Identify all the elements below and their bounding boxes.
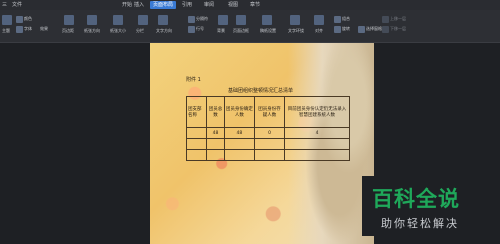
align-button[interactable]	[314, 15, 325, 25]
table-row: 48 48 0 4	[185, 127, 350, 139]
table-cell[interactable]	[223, 138, 256, 150]
rotate-icon	[334, 25, 341, 33]
ribbon-toolbar: 主题 颜色 字体 效果 页边距 纸张方向 纸张大小 分栏 文字方向 分隔符 行号…	[0, 10, 500, 43]
size-button[interactable]	[113, 15, 124, 25]
table-row	[185, 138, 350, 150]
table-cell[interactable]	[185, 138, 208, 150]
align-label: 对齐	[315, 28, 323, 33]
table-cell[interactable]	[185, 149, 208, 161]
text-wrap-button[interactable]	[290, 15, 301, 25]
table-cell[interactable]: 团员总数	[206, 96, 225, 128]
tab-chapter[interactable]: 章节	[250, 1, 260, 9]
table-cell[interactable]	[206, 149, 225, 161]
rotate-button[interactable]: 旋转	[334, 25, 350, 33]
orientation-button[interactable]	[87, 15, 98, 25]
background-label: 背景	[217, 28, 225, 33]
theme-label: 主题	[2, 28, 10, 33]
separator-button[interactable]: 分隔符	[188, 15, 208, 23]
columns-button[interactable]	[138, 15, 149, 25]
text-direction-button[interactable]	[158, 15, 169, 25]
menu-file[interactable]: 文件	[12, 1, 22, 9]
page-border-icon	[236, 15, 246, 25]
table-row: 团支部名称 团员总数 团员身份确定人数 团员身份存疑人数 目前团员身份认定仍无法…	[185, 96, 350, 128]
background-button[interactable]	[218, 15, 229, 25]
draft-settings-button[interactable]	[262, 15, 273, 25]
colors-button[interactable]: 颜色	[16, 15, 32, 23]
separator-icon	[188, 15, 195, 23]
document-title: 基础团组织整顿情况汇总清单	[228, 88, 294, 94]
text-wrap-icon	[290, 15, 300, 25]
columns-icon	[138, 15, 148, 25]
send-backward-icon	[382, 25, 389, 33]
tab-review[interactable]: 审阅	[204, 1, 214, 9]
table-cell[interactable]: 4	[284, 127, 350, 139]
palette-icon	[16, 15, 23, 23]
orientation-label: 纸张方向	[84, 28, 100, 33]
margins-label: 页边距	[62, 28, 74, 33]
bring-forward-button[interactable]: 上移一层	[382, 15, 406, 23]
tab-page-layout[interactable]: 页面布局	[150, 1, 177, 9]
text-direction-label: 文字方向	[156, 28, 172, 33]
table-cell[interactable]	[185, 127, 208, 139]
table-cell[interactable]	[254, 149, 285, 161]
attachment-label: 附件 1	[186, 77, 201, 83]
page-border-label: 页面边框	[233, 28, 249, 33]
table-cell[interactable]: 48	[223, 127, 256, 139]
align-icon	[314, 15, 324, 25]
text-wrap-label: 文字环绕	[288, 28, 304, 33]
table-cell[interactable]: 48	[206, 127, 225, 139]
text-direction-icon	[158, 15, 168, 25]
draft-grid-icon	[262, 15, 272, 25]
fonts-button[interactable]: 字体	[16, 25, 32, 33]
select-pane-icon	[358, 25, 365, 33]
table-cell[interactable]	[254, 138, 285, 150]
margins-icon	[64, 15, 74, 25]
table-cell[interactable]: 团支部名称	[185, 96, 208, 128]
tab-references[interactable]: 引用	[182, 1, 192, 9]
columns-label: 分栏	[136, 28, 144, 33]
select-pane-button[interactable]: 选择窗格	[358, 25, 382, 33]
margins-button[interactable]	[64, 15, 75, 25]
tab-home[interactable]: 开始	[122, 1, 132, 9]
theme-button[interactable]	[2, 15, 13, 25]
menu-bar: 三 文件 开始 插入 页面布局 引用 审阅 视图 章节	[0, 0, 500, 10]
tab-insert[interactable]: 插入	[134, 1, 144, 9]
draft-settings-label: 稿纸设置	[260, 28, 276, 33]
bring-forward-icon	[382, 15, 389, 23]
send-backward-button[interactable]: 下移一层	[382, 25, 406, 33]
table-cell[interactable]: 团员身份存疑人数	[254, 96, 285, 128]
effects-button[interactable]: 效果	[40, 25, 48, 32]
summary-table[interactable]: 团支部名称 团员总数 团员身份确定人数 团员身份存疑人数 目前团员身份认定仍无法…	[185, 96, 350, 161]
table-cell[interactable]: 团员身份确定人数	[223, 96, 256, 128]
theme-icon	[2, 15, 12, 25]
tab-view[interactable]: 视图	[228, 1, 238, 9]
font-icon	[16, 25, 23, 33]
watermark-subtitle: 助你轻松解决	[381, 217, 459, 230]
group-icon	[334, 15, 341, 23]
table-cell[interactable]	[284, 149, 350, 161]
table-cell[interactable]	[284, 138, 350, 150]
table-cell[interactable]: 0	[254, 127, 285, 139]
background-icon	[218, 15, 228, 25]
page-border-button[interactable]	[236, 15, 247, 25]
line-number-icon	[188, 25, 195, 33]
line-number-button[interactable]: 行号	[188, 25, 204, 33]
orientation-icon	[87, 15, 97, 25]
size-label: 纸张大小	[110, 28, 126, 33]
table-cell[interactable]	[223, 149, 256, 161]
table-cell[interactable]: 目前团员身份认定仍无法录入智慧团建系统人数	[284, 96, 350, 128]
watermark-title: 百科全说	[372, 187, 460, 211]
table-row	[185, 149, 350, 161]
table-cell[interactable]	[206, 138, 225, 150]
menu-icon[interactable]: 三	[2, 1, 7, 9]
paper-size-icon	[113, 15, 123, 25]
group-button[interactable]: 组合	[334, 15, 350, 23]
